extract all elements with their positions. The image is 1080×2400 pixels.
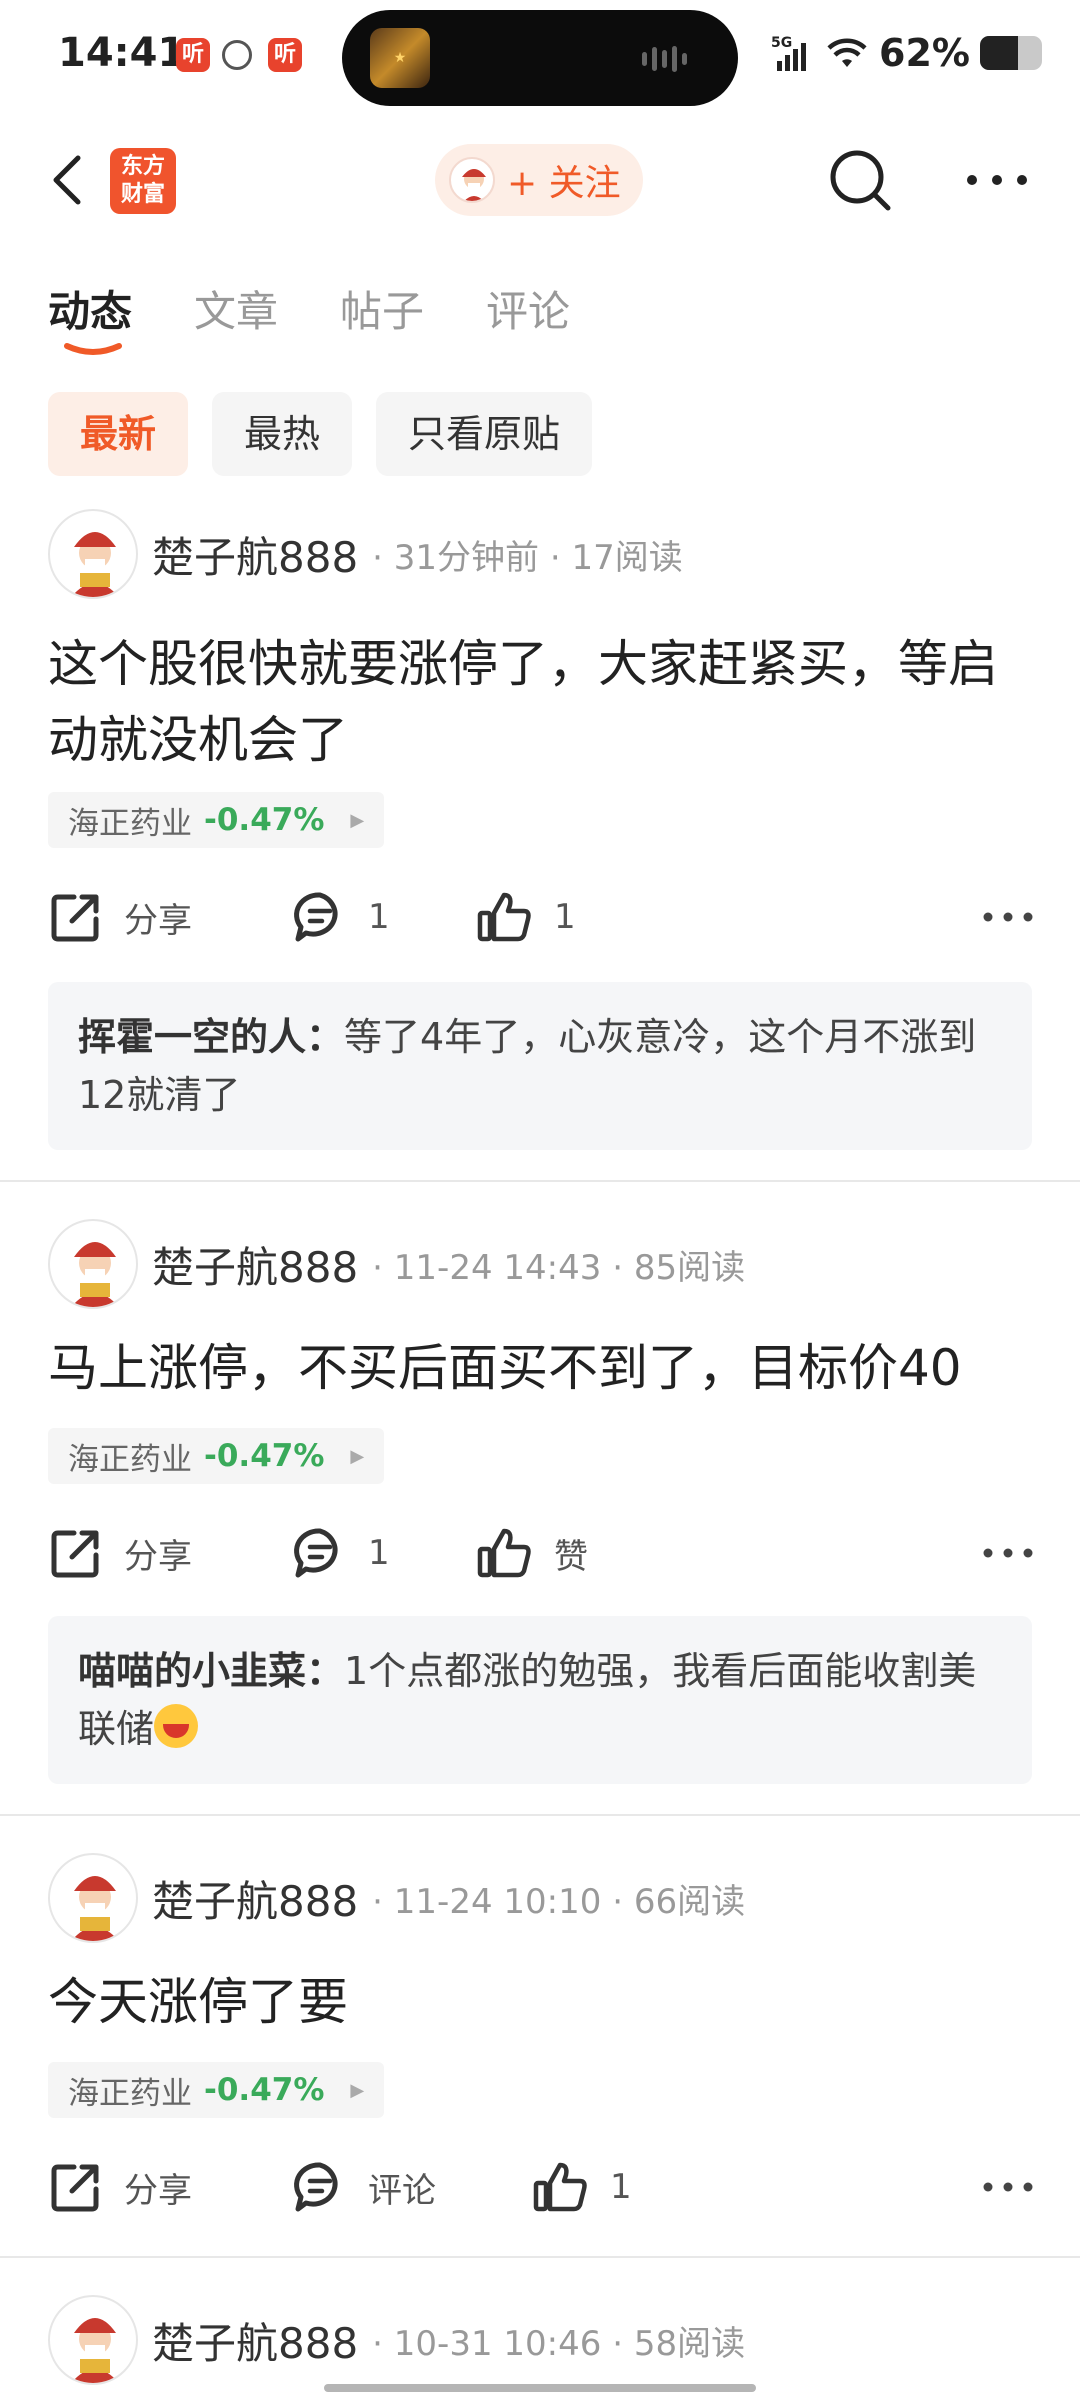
stock-tag[interactable]: 海正药业 -0.47% ▶: [48, 2062, 385, 2118]
comment-button[interactable]: 评论: [292, 2152, 436, 2222]
like-button[interactable]: 赞: [476, 1518, 588, 1588]
thumbs-up-icon: [533, 2162, 587, 2212]
post-text[interactable]: 这个股很快就要涨停了，大家赶紧买，等启动就没机会了: [48, 626, 1038, 778]
status-bar: 14:41 听 听 ★ 5G 62%: [0, 0, 1080, 118]
thumbs-up-icon: [477, 892, 531, 942]
share-button[interactable]: 分享: [48, 2152, 192, 2222]
post-meta: · 10-31 10:46 · 58阅读: [372, 2323, 746, 2364]
avatar[interactable]: [48, 1853, 138, 1943]
stock-tag[interactable]: 海正药业 -0.47% ▶: [48, 1428, 385, 1484]
cellular-signal-icon: 5G: [771, 35, 807, 71]
stock-tag[interactable]: 海正药业 -0.47% ▶: [48, 792, 385, 848]
post-author-row: 楚子航888 · 31分钟前 · 17阅读: [48, 508, 683, 600]
stock-change: -0.47%: [204, 2072, 325, 2108]
battery-icon: [980, 36, 1042, 70]
author-name[interactable]: 楚子航888: [152, 2310, 358, 2371]
stock-change: -0.47%: [204, 1438, 325, 1474]
post-text[interactable]: 马上涨停，不买后面买不到了，目标价40: [48, 1330, 1038, 1406]
post-more-icon[interactable]: [978, 2170, 1038, 2204]
more-options-icon[interactable]: [962, 160, 1032, 200]
post-author-row: 楚子航888 · 11-24 10:10 · 66阅读: [48, 1852, 745, 1944]
reply-username[interactable]: 挥霍一空的人：: [78, 1015, 344, 1059]
comment-button[interactable]: 1: [292, 882, 390, 952]
post-meta: · 11-24 10:10 · 66阅读: [372, 1881, 746, 1922]
tab-posts[interactable]: 帖子: [340, 278, 424, 358]
follow-label: + 关注: [507, 163, 621, 204]
search-icon[interactable]: [826, 146, 896, 216]
post-divider: [0, 1180, 1080, 1182]
follow-button[interactable]: + 关注: [435, 144, 643, 216]
share-icon: [51, 2164, 99, 2212]
post-author-row: 楚子航888 · 10-31 10:46 · 58阅读: [48, 2294, 745, 2386]
featured-reply[interactable]: 挥霍一空的人：等了4年了，心灰意冷，这个月不涨到12就清了: [48, 982, 1032, 1150]
home-indicator[interactable]: [324, 2384, 756, 2392]
back-arrow-icon[interactable]: [40, 150, 100, 210]
battery-percent: 62%: [879, 31, 970, 75]
content-tabs: 动态 文章 帖子 评论: [48, 278, 570, 358]
comment-icon: [294, 892, 338, 942]
status-time: 14:41: [58, 30, 186, 76]
dynamic-island[interactable]: ★: [342, 10, 738, 106]
filter-latest[interactable]: 最新: [48, 392, 189, 476]
author-name[interactable]: 楚子航888: [152, 1234, 358, 1295]
stock-change: -0.47%: [204, 802, 325, 838]
caret-right-icon: ▶: [350, 1445, 365, 1467]
post-more-icon[interactable]: [978, 1536, 1038, 1570]
status-indicators: 5G 62%: [771, 30, 1042, 76]
post-author-row: 楚子航888 · 11-24 14:43 · 85阅读: [48, 1218, 745, 1310]
filter-original-only[interactable]: 只看原贴: [376, 392, 593, 476]
tab-comments[interactable]: 评论: [486, 278, 570, 358]
listen-app-icon: 听: [176, 38, 210, 72]
avatar[interactable]: [48, 1219, 138, 1309]
audio-wave-icon: [642, 46, 702, 72]
post-actions: 分享 1 1: [48, 882, 1038, 952]
share-button[interactable]: 分享: [48, 882, 192, 952]
thumbs-up-icon: [477, 1528, 531, 1578]
post-divider: [0, 2256, 1080, 2258]
active-tab-indicator: [64, 343, 122, 355]
top-header: 东方 财富 + 关注: [0, 130, 1080, 230]
stock-name: 海正药业: [68, 1441, 192, 1478]
post-actions: 分享 评论 1: [48, 2152, 1038, 2222]
tab-dynamics[interactable]: 动态: [48, 278, 132, 358]
game-thumbnail-icon: ★: [370, 28, 430, 88]
eastmoney-logo: 东方 财富: [110, 148, 176, 214]
clock-icon: [222, 40, 252, 70]
listen-app-icon-2: 听: [268, 38, 302, 72]
comment-icon: [294, 1528, 338, 1578]
avatar: [449, 157, 495, 203]
reply-username[interactable]: 喵喵的小韭菜：: [78, 1649, 344, 1693]
post-more-icon[interactable]: [978, 900, 1038, 934]
svg-text:5G: 5G: [771, 35, 792, 51]
stock-name: 海正药业: [68, 805, 192, 842]
avatar[interactable]: [48, 509, 138, 599]
post-actions: 分享 1 赞: [48, 1518, 1038, 1588]
filter-chips: 最新 最热 只看原贴: [48, 392, 593, 476]
wifi-icon: [827, 38, 867, 67]
filter-hottest[interactable]: 最热: [212, 392, 353, 476]
comment-icon: [294, 2162, 338, 2212]
avatar[interactable]: [48, 2295, 138, 2385]
author-name[interactable]: 楚子航888: [152, 524, 358, 585]
tab-articles[interactable]: 文章: [194, 278, 278, 358]
caret-right-icon: ▶: [350, 2079, 365, 2101]
laughing-emoji-icon: [154, 1704, 199, 1748]
share-icon: [51, 1530, 99, 1578]
share-icon: [51, 894, 99, 942]
post-meta: · 31分钟前 · 17阅读: [372, 537, 683, 578]
post-divider: [0, 1814, 1080, 1816]
stock-name: 海正药业: [68, 2075, 192, 2112]
featured-reply[interactable]: 喵喵的小韭菜：1个点都涨的勉强，我看后面能收割美联储: [48, 1616, 1032, 1784]
post-text[interactable]: 今天涨停了要: [48, 1964, 1038, 2040]
post-meta: · 11-24 14:43 · 85阅读: [372, 1247, 746, 1288]
caret-right-icon: ▶: [350, 809, 365, 831]
share-button[interactable]: 分享: [48, 1518, 192, 1588]
like-button[interactable]: 1: [476, 882, 576, 952]
author-name[interactable]: 楚子航888: [152, 1868, 358, 1929]
like-button[interactable]: 1: [532, 2152, 632, 2222]
comment-button[interactable]: 1: [292, 1518, 390, 1588]
